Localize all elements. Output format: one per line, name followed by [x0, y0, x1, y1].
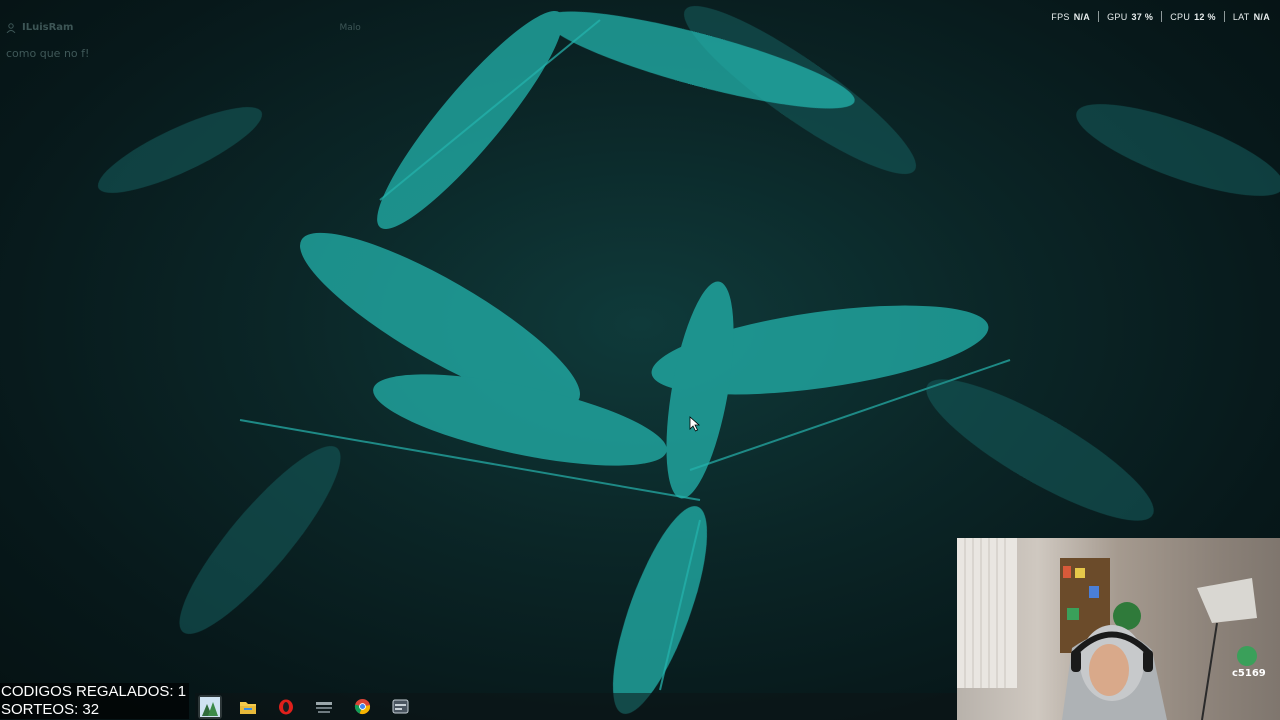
cpu-value: 12 % [1194, 11, 1216, 22]
chat-username: ILuisRam [22, 22, 74, 33]
wallpaper-app-icon[interactable] [198, 694, 222, 719]
chat-overlay: ILuisRam Malo como que no f! [6, 22, 406, 60]
chat-header: ILuisRam Malo [6, 22, 406, 33]
chat-message: como que no f! [6, 47, 90, 60]
gpu-value: 37 % [1131, 11, 1154, 22]
chrome-icon[interactable] [350, 695, 374, 719]
mouse-cursor-icon [689, 416, 701, 432]
taskbar [195, 693, 960, 720]
user-icon [6, 22, 16, 33]
lat-label: LAT [1232, 11, 1250, 22]
app-window-icon[interactable] [388, 695, 412, 719]
stat-divider [1223, 11, 1225, 22]
fps-label: FPS [1051, 11, 1070, 22]
gpu-stat: GPU 37 % [1107, 12, 1153, 22]
webcam-overlay: c5169 [957, 538, 1280, 720]
lat-stat: LAT N/A [1233, 12, 1270, 22]
stream-counters: CODIGOS REGALADOS: 1 SORTEOS: 32 [0, 683, 190, 719]
webcam-scene: c5169 [957, 538, 1266, 720]
fps-stat: FPS N/A [1051, 12, 1090, 22]
stat-divider [1161, 11, 1163, 22]
app-launcher-icon[interactable] [312, 695, 336, 719]
gpu-label: GPU [1107, 11, 1128, 22]
fps-value: N/A [1073, 11, 1091, 22]
codes-given-counter: CODIGOS REGALADOS: 1 [1, 683, 187, 700]
draws-counter: SORTEOS: 32 [1, 701, 100, 718]
stat-divider [1098, 11, 1100, 22]
cpu-label: CPU [1170, 11, 1191, 22]
performance-overlay: FPS N/A GPU 37 % CPU 12 % LAT N/A [1051, 11, 1270, 22]
opera-icon[interactable] [274, 695, 298, 719]
webcam-badge: c5169 [1232, 668, 1266, 679]
chat-meta: Malo [339, 22, 361, 33]
lat-value: N/A [1253, 11, 1270, 22]
file-explorer-icon[interactable] [236, 695, 260, 719]
cpu-stat: CPU 12 % [1170, 12, 1216, 22]
